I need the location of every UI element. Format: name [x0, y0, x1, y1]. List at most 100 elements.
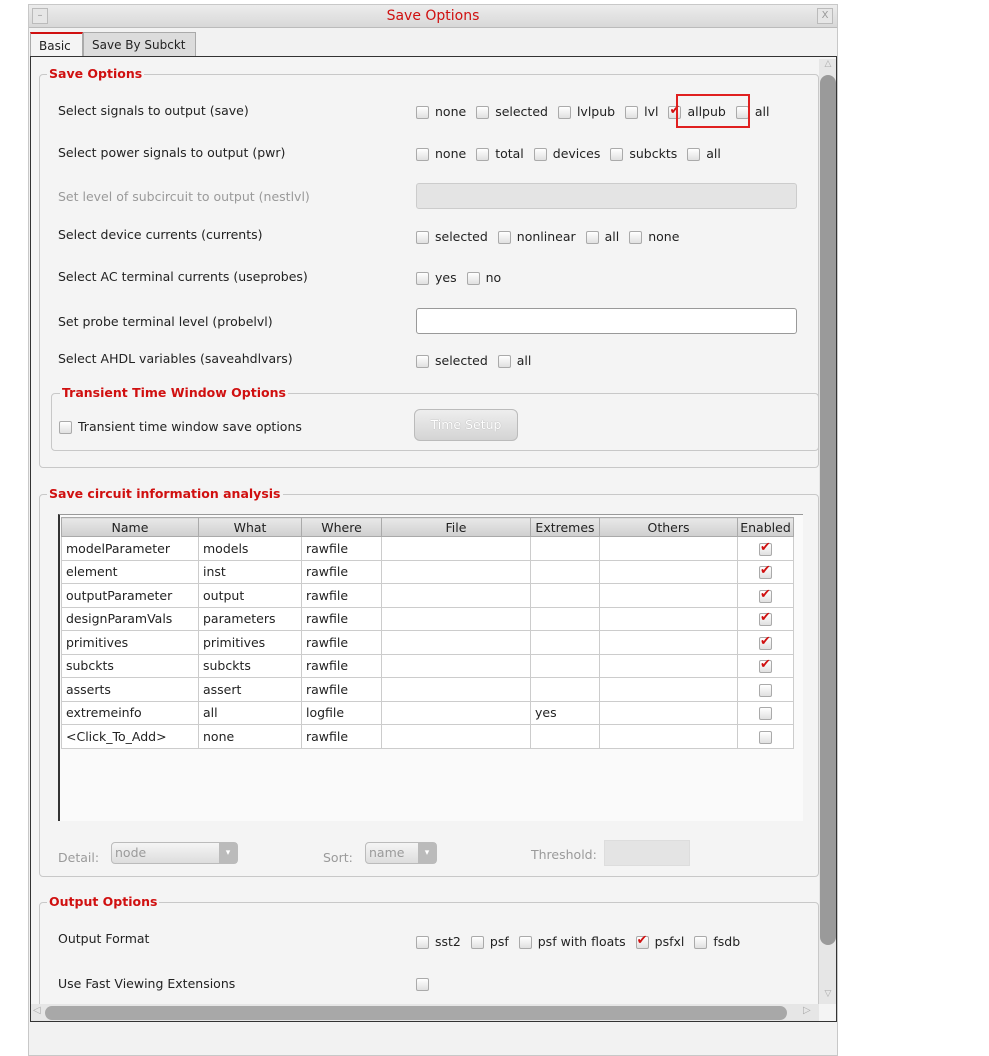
option-nonlinear[interactable]: nonlinear	[497, 229, 576, 244]
table-cell[interactable]: extremeinfo	[61, 700, 199, 725]
table-cell[interactable]: subckts	[61, 653, 199, 678]
option-psf[interactable]: psf	[470, 934, 509, 949]
table-cell[interactable]	[530, 724, 600, 749]
table-cell[interactable]	[599, 583, 738, 608]
table-cell[interactable]: logfile	[301, 700, 382, 725]
table-cell[interactable]	[381, 677, 531, 702]
table-row[interactable]: modelParameter models rawfile	[61, 536, 794, 561]
table-cell[interactable]: assert	[198, 677, 302, 702]
table-cell[interactable]: rawfile	[301, 606, 382, 631]
probelvl-input[interactable]	[416, 308, 797, 334]
table-cell[interactable]: asserts	[61, 677, 199, 702]
checkbox[interactable]	[470, 936, 484, 949]
checkbox[interactable]	[629, 231, 643, 244]
enabled-checkbox[interactable]	[759, 634, 772, 650]
option-fsdb[interactable]: fsdb	[694, 934, 740, 949]
table-cell[interactable]: subckts	[198, 653, 302, 678]
checkbox[interactable]	[585, 231, 599, 244]
close-button[interactable]: X	[817, 8, 833, 24]
table-row[interactable]: subckts subckts rawfile	[61, 653, 794, 678]
table-cell[interactable]: primitives	[61, 630, 199, 655]
table-cell[interactable]	[381, 700, 531, 725]
time-setup-button[interactable]: Time Setup	[414, 409, 518, 441]
enabled-cell[interactable]	[737, 677, 794, 702]
table-cell[interactable]	[530, 677, 600, 702]
enabled-cell[interactable]	[737, 653, 794, 678]
table-cell[interactable]: rawfile	[301, 677, 382, 702]
option-all[interactable]: all	[497, 353, 531, 368]
table-cell[interactable]	[599, 653, 738, 678]
enabled-checkbox[interactable]	[759, 683, 772, 697]
vertical-scroll-thumb[interactable]	[820, 75, 836, 945]
table-cell[interactable]: inst	[198, 559, 302, 584]
enabled-cell[interactable]	[737, 536, 794, 561]
table-cell[interactable]: element	[61, 559, 199, 584]
option-all[interactable]: all	[585, 229, 619, 244]
table-cell[interactable]	[381, 606, 531, 631]
checkbox[interactable]	[416, 978, 429, 991]
table-row[interactable]: designParamVals parameters rawfile	[61, 606, 794, 631]
enabled-checkbox[interactable]	[759, 707, 772, 721]
table-cell[interactable]	[599, 630, 738, 655]
enabled-cell[interactable]	[737, 700, 794, 725]
option-no[interactable]: no	[466, 270, 501, 285]
option-sst2[interactable]: sst2	[416, 934, 461, 949]
scroll-right-icon[interactable]: ▷	[803, 1005, 811, 1016]
column-header[interactable]: What	[198, 517, 302, 537]
table-cell[interactable]: outputParameter	[61, 583, 199, 608]
option-selected[interactable]: selected	[416, 229, 488, 244]
enabled-cell[interactable]	[737, 724, 794, 749]
enabled-checkbox[interactable]	[759, 730, 772, 744]
table-row[interactable]: asserts assert rawfile	[61, 677, 794, 702]
column-header[interactable]: Extremes	[530, 517, 600, 537]
checkbox[interactable]	[59, 421, 72, 434]
table-cell[interactable]: rawfile	[301, 583, 382, 608]
fast-viewing-checkbox[interactable]	[416, 976, 435, 991]
sort-select[interactable]: name ▾	[365, 842, 437, 864]
tab-basic[interactable]: Basic	[30, 32, 83, 57]
table-cell[interactable]	[381, 583, 531, 608]
table-cell[interactable]: output	[198, 583, 302, 608]
option-psfxl[interactable]: psfxl	[635, 933, 684, 949]
column-header[interactable]: Name	[61, 517, 199, 537]
checkbox[interactable]	[610, 148, 624, 161]
checkbox[interactable]	[694, 936, 708, 949]
option-all[interactable]: all	[687, 146, 721, 161]
checkbox[interactable]	[497, 231, 511, 244]
detail-select[interactable]: node ▾	[111, 842, 238, 864]
option-none[interactable]: none	[416, 146, 466, 161]
checkbox[interactable]	[416, 231, 429, 244]
option-psf-with-floats[interactable]: psf with floats	[518, 934, 626, 949]
checkbox[interactable]	[416, 355, 429, 368]
option-devices[interactable]: devices	[533, 146, 600, 161]
option-lvl[interactable]: lvl	[625, 104, 658, 119]
checkbox[interactable]	[635, 933, 649, 949]
table-cell[interactable]: rawfile	[301, 653, 382, 678]
horizontal-scrollbar[interactable]: ◁ ▷	[31, 1004, 819, 1021]
checkbox[interactable]	[416, 148, 429, 161]
table-cell[interactable]: models	[198, 536, 302, 561]
vertical-scrollbar[interactable]: △ ▽	[819, 59, 836, 1004]
checkbox[interactable]	[625, 106, 639, 119]
option-none[interactable]: none	[629, 229, 679, 244]
checkbox[interactable]	[497, 355, 511, 368]
checkbox[interactable]	[416, 272, 429, 285]
table-cell[interactable]: none	[198, 724, 302, 749]
table-row[interactable]: extremeinfo all logfile yes	[61, 700, 794, 725]
table-cell[interactable]	[381, 724, 531, 749]
table-cell[interactable]	[530, 536, 600, 561]
option-selected[interactable]: selected	[476, 104, 548, 119]
enabled-cell[interactable]	[737, 606, 794, 631]
column-header[interactable]: Where	[301, 517, 382, 537]
option-subckts[interactable]: subckts	[610, 146, 677, 161]
table-cell[interactable]: all	[198, 700, 302, 725]
scroll-up-icon[interactable]: △	[821, 59, 835, 73]
option-yes[interactable]: yes	[416, 270, 457, 285]
table-row[interactable]: element inst rawfile	[61, 559, 794, 584]
table-cell[interactable]: rawfile	[301, 536, 382, 561]
scroll-down-icon[interactable]: ▽	[821, 989, 835, 1003]
table-cell[interactable]	[530, 653, 600, 678]
table-cell[interactable]	[381, 630, 531, 655]
table-cell[interactable]: primitives	[198, 630, 302, 655]
option-lvlpub[interactable]: lvlpub	[557, 104, 615, 119]
